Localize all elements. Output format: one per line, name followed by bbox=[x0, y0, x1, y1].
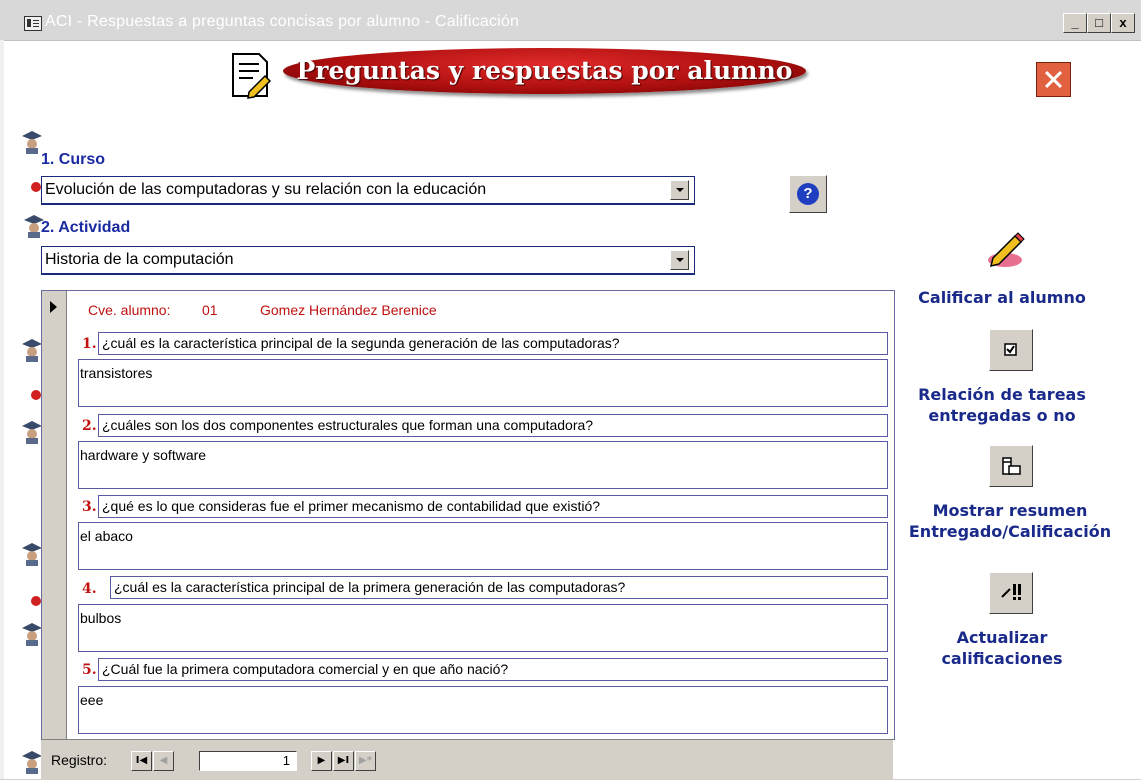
question-icon: ? bbox=[797, 183, 819, 205]
question-number: 1. bbox=[82, 336, 97, 352]
last-record-button[interactable]: ▶I bbox=[333, 751, 354, 771]
question-number: 5. bbox=[82, 662, 97, 678]
maximize-button[interactable]: □ bbox=[1087, 13, 1111, 33]
bullet-icon bbox=[31, 596, 41, 606]
answer-text: eee bbox=[80, 692, 104, 708]
curso-select[interactable]: Evolución de las computadoras y su relac… bbox=[41, 176, 695, 205]
answer-text: bulbos bbox=[80, 610, 122, 626]
question-field[interactable]: ¿cuál es la característica principal de … bbox=[98, 332, 888, 355]
new-record-button[interactable]: ▶* bbox=[355, 751, 376, 771]
update-icon bbox=[1001, 584, 1021, 600]
relacion-button[interactable] bbox=[989, 329, 1033, 371]
actividad-value: Historia de la computación bbox=[45, 251, 234, 268]
student-name: Gomez Hernández Berenice bbox=[260, 302, 437, 318]
record-number-field[interactable]: 1 bbox=[199, 751, 297, 771]
close-icon[interactable] bbox=[1036, 62, 1071, 97]
answer-field[interactable]: el abaco bbox=[78, 522, 888, 570]
pencil-icon bbox=[988, 232, 1025, 268]
graduate-icon bbox=[22, 543, 42, 566]
question-text: ¿qué es lo que consideras fue el primer … bbox=[102, 498, 601, 514]
answer-field[interactable]: hardware y software bbox=[78, 441, 888, 489]
question-number: 3. bbox=[82, 499, 97, 515]
question-field[interactable]: ¿cuál es la característica principal de … bbox=[110, 576, 888, 599]
relacion-label[interactable]: Relación de tareas entregadas o no bbox=[912, 384, 1092, 426]
graduate-icon bbox=[22, 131, 42, 154]
question-number: 4. bbox=[82, 581, 97, 597]
minimize-button[interactable]: _ bbox=[1063, 13, 1087, 33]
question-field[interactable]: ¿Cuál fue la primera computadora comerci… bbox=[98, 658, 888, 681]
student-key-label: Cve. alumno: bbox=[88, 302, 171, 318]
question-number: 2. bbox=[82, 418, 97, 434]
graduate-icon bbox=[22, 339, 42, 362]
answer-text: transistores bbox=[80, 365, 153, 381]
prev-record-button[interactable]: ◀ bbox=[153, 751, 174, 771]
record-number: 1 bbox=[282, 753, 290, 768]
answer-field[interactable]: bulbos bbox=[78, 604, 888, 652]
question-text: ¿Cuál fue la primera computadora comerci… bbox=[102, 661, 509, 677]
bullet-icon bbox=[31, 182, 41, 192]
answers-subform: Cve. alumno: 01 Gomez Hernández Berenice… bbox=[41, 290, 895, 740]
app-window: ACI - Respuestas a preguntas concisas po… bbox=[0, 0, 1141, 780]
answer-field[interactable]: transistores bbox=[78, 359, 888, 407]
curso-value: Evolución de las computadoras y su relac… bbox=[45, 181, 487, 198]
window-close-button[interactable]: x bbox=[1111, 13, 1135, 33]
chevron-down-icon[interactable] bbox=[670, 180, 689, 200]
actualizar-label[interactable]: Actualizar calificaciones bbox=[912, 627, 1092, 669]
question-field[interactable]: ¿cuáles son los dos componentes estructu… bbox=[98, 414, 888, 437]
page-title-banner: Preguntas y respuestas por alumno bbox=[283, 48, 806, 94]
curso-label: 1. Curso bbox=[41, 151, 106, 168]
calificar-label[interactable]: Calificar al alumno bbox=[912, 287, 1092, 308]
mostrar-button[interactable] bbox=[989, 445, 1033, 487]
actividad-label: 2. Actividad bbox=[41, 219, 131, 236]
answer-text: hardware y software bbox=[80, 447, 207, 463]
window-title: ACI - Respuestas a preguntas concisas po… bbox=[45, 13, 520, 30]
actividad-select[interactable]: Historia de la computación bbox=[41, 246, 695, 275]
first-record-button[interactable]: I◀ bbox=[131, 751, 152, 771]
checkbox-icon bbox=[1004, 343, 1017, 356]
left-edge bbox=[0, 40, 4, 779]
graduate-icon bbox=[22, 623, 42, 646]
document-pencil-icon bbox=[232, 53, 272, 99]
question-text: ¿cuáles son los dos componentes estructu… bbox=[102, 417, 594, 433]
mostrar-label[interactable]: Mostrar resumen Entregado/Calificación bbox=[900, 500, 1120, 542]
question-text: ¿cuál es la característica principal de … bbox=[102, 335, 620, 351]
record-navigation-bar: Registro: I◀ ◀ 1 ▶ ▶I ▶* bbox=[41, 739, 893, 780]
student-key-value: 01 bbox=[202, 302, 218, 318]
graduate-icon bbox=[22, 421, 42, 444]
chevron-down-icon[interactable] bbox=[670, 250, 689, 270]
calificar-button[interactable] bbox=[985, 228, 1027, 268]
record-label: Registro: bbox=[51, 752, 108, 768]
summary-icon bbox=[1002, 457, 1021, 475]
answer-field[interactable]: eee bbox=[78, 686, 888, 734]
answer-text: el abaco bbox=[80, 528, 133, 544]
app-icon bbox=[24, 16, 42, 31]
next-record-button[interactable]: ▶ bbox=[311, 751, 332, 771]
record-selector[interactable] bbox=[42, 291, 67, 739]
actualizar-button[interactable] bbox=[989, 572, 1033, 614]
graduate-icon bbox=[22, 751, 42, 774]
question-field[interactable]: ¿qué es lo que consideras fue el primer … bbox=[98, 495, 888, 518]
title-bar[interactable]: ACI - Respuestas a preguntas concisas po… bbox=[0, 0, 1141, 41]
page-title: Preguntas y respuestas por alumno bbox=[296, 56, 793, 85]
bullet-icon bbox=[31, 390, 41, 400]
question-text: ¿cuál es la característica principal de … bbox=[114, 579, 626, 595]
help-button[interactable]: ? bbox=[789, 175, 827, 213]
